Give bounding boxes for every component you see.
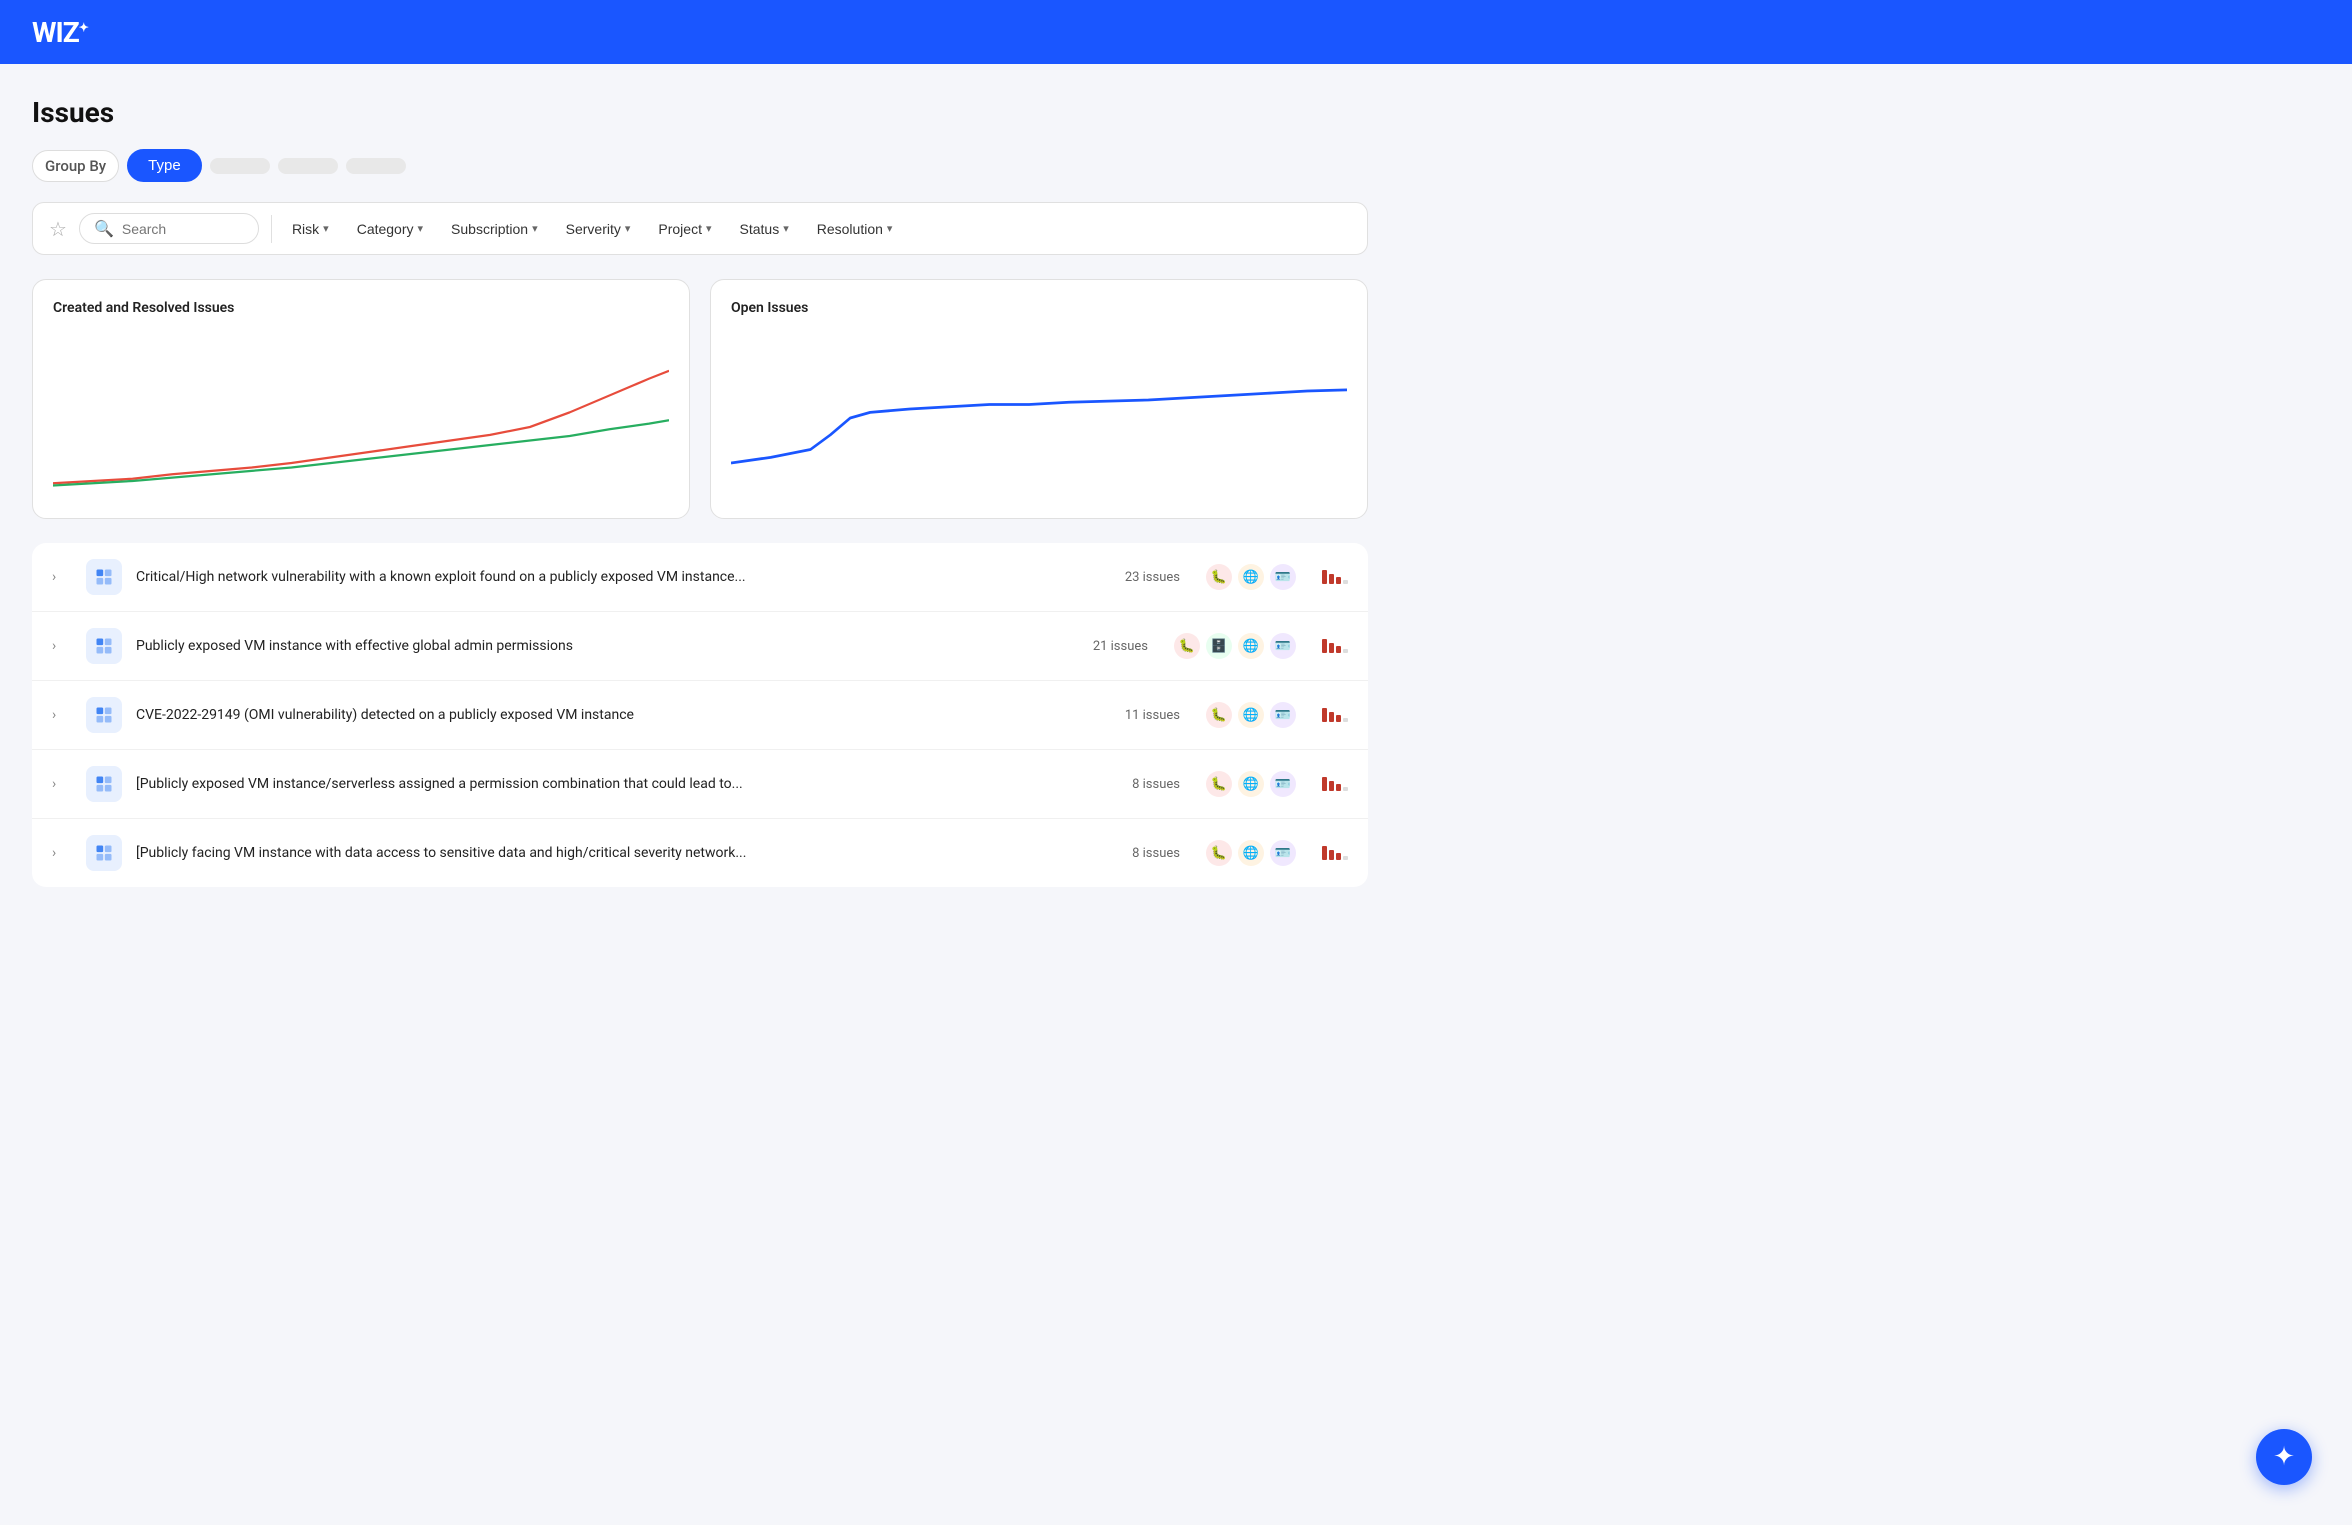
id-icon: 🪪 [1270, 564, 1296, 590]
chevron-down-icon: ▾ [783, 222, 789, 235]
issue-badges: 🐛 🌐 🪪 [1206, 840, 1296, 866]
severity-bars [1322, 846, 1348, 860]
issue-badges: 🐛 🌐 🪪 [1206, 564, 1296, 590]
bug-icon: 🐛 [1206, 840, 1232, 866]
issue-title: Publicly exposed VM instance with effect… [136, 638, 1079, 654]
bug-icon: 🐛 [1174, 633, 1200, 659]
id-icon: 🪪 [1270, 771, 1296, 797]
issue-type-icon [86, 835, 122, 871]
expand-icon[interactable]: › [52, 776, 72, 792]
issue-count: 21 issues [1093, 639, 1148, 654]
chevron-down-icon: ▾ [532, 222, 538, 235]
created-resolved-title: Created and Resolved Issues [53, 300, 669, 316]
filter-category[interactable]: Category ▾ [349, 217, 431, 241]
filter-risk[interactable]: Risk ▾ [284, 217, 337, 241]
group-by-option-2[interactable] [210, 158, 270, 174]
chevron-down-icon: ▾ [418, 222, 424, 235]
issue-type-icon [86, 628, 122, 664]
bug-icon: 🐛 [1206, 564, 1232, 590]
id-icon: 🪪 [1270, 702, 1296, 728]
chevron-down-icon: ▾ [887, 222, 893, 235]
search-input[interactable] [122, 221, 242, 237]
floating-btn-icon: ✦ [2273, 1442, 2295, 1472]
severity-bars [1322, 777, 1348, 791]
issues-list: › Critical/High network vulnerability wi… [32, 543, 1368, 887]
chevron-down-icon: ▾ [706, 222, 712, 235]
issue-count: 11 issues [1125, 708, 1180, 723]
db-icon: 🗄️ [1206, 633, 1232, 659]
bug-icon: 🐛 [1206, 771, 1232, 797]
filter-severity[interactable]: Serverity ▾ [558, 217, 639, 241]
filter-status[interactable]: Status ▾ [732, 217, 797, 241]
severity-bars [1322, 639, 1348, 653]
chevron-down-icon: ▾ [323, 222, 329, 235]
filter-bar: ☆ 🔍 Risk ▾ Category ▾ Subscription ▾ Ser… [32, 202, 1368, 255]
filter-divider [271, 215, 272, 243]
issue-title: [Publicly facing VM instance with data a… [136, 845, 1118, 861]
issue-badges: 🐛 🌐 🪪 [1206, 771, 1296, 797]
search-icon: 🔍 [94, 219, 114, 238]
open-issues-chart: Open Issues [710, 279, 1368, 519]
globe-icon: 🌐 [1238, 633, 1264, 659]
issue-count: 8 issues [1132, 846, 1180, 861]
group-by-bar: Group By Type [32, 149, 1368, 182]
severity-bars [1322, 708, 1348, 722]
expand-icon[interactable]: › [52, 569, 72, 585]
table-row: › Critical/High network vulnerability wi… [32, 543, 1368, 612]
globe-icon: 🌐 [1238, 771, 1264, 797]
issue-title: CVE-2022-29149 (OMI vulnerability) detec… [136, 707, 1111, 723]
search-container: 🔍 [79, 213, 259, 244]
group-by-option-4[interactable] [346, 158, 406, 174]
id-icon: 🪪 [1270, 633, 1296, 659]
issue-type-icon [86, 766, 122, 802]
chevron-down-icon: ▾ [625, 222, 631, 235]
table-row: › [Publicly facing VM instance with data… [32, 819, 1368, 887]
top-header: WIZ✦ [0, 0, 2352, 64]
issue-type-icon [86, 559, 122, 595]
charts-row: Created and Resolved Issues Open Issues [32, 279, 1368, 519]
issue-title: [Publicly exposed VM instance/serverless… [136, 776, 1118, 792]
expand-icon[interactable]: › [52, 638, 72, 654]
main-content: Issues Group By Type ☆ 🔍 Risk ▾ Category… [0, 64, 1400, 919]
floating-action-button[interactable]: ✦ [2256, 1429, 2312, 1485]
favorite-icon[interactable]: ☆ [49, 217, 67, 241]
issue-badges: 🐛 🌐 🪪 [1206, 702, 1296, 728]
globe-icon: 🌐 [1238, 702, 1264, 728]
issue-badges: 🐛 🗄️ 🌐 🪪 [1174, 633, 1296, 659]
globe-icon: 🌐 [1238, 840, 1264, 866]
wiz-star: ✦ [79, 20, 88, 34]
filter-subscription[interactable]: Subscription ▾ [443, 217, 546, 241]
issue-count: 8 issues [1132, 777, 1180, 792]
id-icon: 🪪 [1270, 840, 1296, 866]
globe-icon: 🌐 [1238, 564, 1264, 590]
group-by-option-3[interactable] [278, 158, 338, 174]
severity-bars [1322, 570, 1348, 584]
group-by-type[interactable]: Type [127, 149, 202, 182]
issue-title: Critical/High network vulnerability with… [136, 569, 1111, 585]
open-issues-svg [731, 328, 1347, 508]
created-resolved-svg [53, 328, 669, 508]
open-issues-title: Open Issues [731, 300, 1347, 316]
filter-resolution[interactable]: Resolution ▾ [809, 217, 901, 241]
issue-type-icon [86, 697, 122, 733]
table-row: › [Publicly exposed VM instance/serverle… [32, 750, 1368, 819]
filter-project[interactable]: Project ▾ [650, 217, 719, 241]
issue-count: 23 issues [1125, 570, 1180, 585]
expand-icon[interactable]: › [52, 707, 72, 723]
table-row: › Publicly exposed VM instance with effe… [32, 612, 1368, 681]
group-by-label: Group By [32, 150, 119, 182]
bug-icon: 🐛 [1206, 702, 1232, 728]
page-title: Issues [32, 96, 1368, 129]
expand-icon[interactable]: › [52, 845, 72, 861]
created-resolved-chart: Created and Resolved Issues [32, 279, 690, 519]
table-row: › CVE-2022-29149 (OMI vulnerability) det… [32, 681, 1368, 750]
wiz-logo: WIZ✦ [32, 16, 88, 49]
